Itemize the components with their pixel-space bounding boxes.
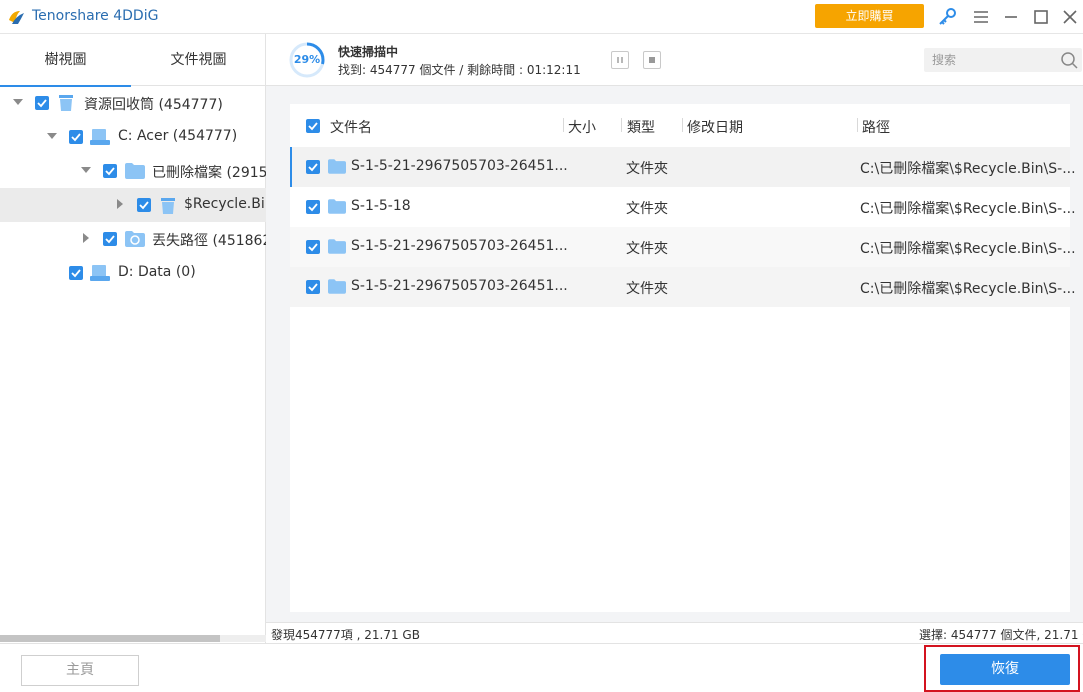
tree-item-lost-path[interactable]: 丟失路徑 (451862 [0, 222, 266, 256]
file-path: C:\已刪除檔案\$Recycle.Bin\S-... [860, 161, 1076, 177]
app-logo-icon [9, 11, 24, 24]
menu-icon[interactable] [970, 6, 992, 28]
tree-item-label: D: Data (0) [118, 264, 196, 280]
tree-item-label: 資源回收筒 (454777) [84, 97, 223, 113]
table-row[interactable]: S-1-5-21-2967505703-26451... 文件夾 C:\已刪除檔… [290, 147, 1076, 187]
progress-percent: 29% [293, 53, 321, 66]
expand-arrow-icon[interactable] [81, 233, 91, 243]
close-icon[interactable] [1059, 6, 1081, 28]
found-summary: 發現454777項 , 21.71 GB [271, 628, 420, 642]
column-divider[interactable] [621, 118, 622, 132]
scan-status-detail: 找到: 454777 個文件 / 剩餘時間 : 01:12:11 [338, 63, 581, 77]
search-input[interactable] [932, 51, 1052, 69]
file-type: 文件夾 [626, 161, 668, 177]
recover-button[interactable]: 恢復 [940, 654, 1070, 685]
file-type: 文件夾 [626, 281, 668, 297]
column-header-modified[interactable]: 修改日期 [687, 117, 743, 137]
tab-tree-view[interactable]: 樹視圖 [0, 34, 131, 87]
scan-status-title: 快速掃描中 [338, 45, 399, 59]
file-name: S-1-5-21-2967505703-26451... [351, 158, 568, 174]
drive-icon [90, 129, 110, 145]
search-box [924, 48, 1082, 72]
minimize-icon[interactable] [1000, 6, 1022, 28]
row-checkbox[interactable] [306, 240, 320, 254]
horizontal-scrollbar[interactable] [0, 635, 266, 642]
buy-now-button[interactable]: 立即購買 [815, 4, 924, 28]
file-path: C:\已刪除檔案\$Recycle.Bin\S-... [860, 241, 1076, 257]
select-all-checkbox[interactable] [306, 119, 320, 133]
column-header-type[interactable]: 類型 [627, 117, 655, 137]
maximize-icon[interactable] [1030, 6, 1052, 28]
pause-button[interactable] [611, 51, 629, 69]
file-path: C:\已刪除檔案\$Recycle.Bin\S-... [860, 281, 1076, 297]
folder-icon [125, 163, 145, 179]
tree-item-recycle-bin[interactable]: 資源回收筒 (454777) [0, 86, 266, 120]
folder-icon [328, 279, 346, 294]
app-window: Tenorshare 4DDiG 立即購買 樹視圖 文件視圖 資源回收筒 (45… [0, 0, 1083, 692]
expand-arrow-icon[interactable] [115, 199, 125, 209]
lost-folder-icon [125, 231, 145, 247]
file-name: S-1-5-21-2967505703-26451... [351, 238, 568, 254]
column-divider[interactable] [682, 118, 683, 132]
file-name: S-1-5-18 [351, 198, 411, 214]
recycle-bin-icon [161, 198, 175, 214]
table-row[interactable]: S-1-5-21-2967505703-26451... 文件夾 C:\已刪除檔… [290, 267, 1076, 307]
pause-icon [617, 57, 623, 63]
drive-icon [90, 265, 110, 281]
tree-item-c-drive[interactable]: C: Acer (454777) [0, 120, 266, 154]
recycle-bin-icon [59, 95, 73, 111]
row-checkbox[interactable] [306, 280, 320, 294]
tree-item-label: 已刪除檔案 (2915) [152, 165, 266, 181]
file-panel: 29% 快速掃描中 找到: 454777 個文件 / 剩餘時間 : 01:12:… [266, 34, 1083, 643]
tree-item-label: $Recycle.Bin [184, 196, 266, 212]
title-bar: Tenorshare 4DDiG 立即購買 [0, 0, 1083, 34]
tree-checkbox[interactable] [103, 232, 117, 246]
file-path: C:\已刪除檔案\$Recycle.Bin\S-... [860, 201, 1076, 217]
tree-item-deleted-files[interactable]: 已刪除檔案 (2915) [0, 154, 266, 188]
stop-button[interactable] [643, 51, 661, 69]
search-icon[interactable] [1060, 51, 1078, 69]
home-button[interactable]: 主頁 [21, 655, 139, 686]
tree-checkbox[interactable] [69, 266, 83, 280]
column-divider[interactable] [857, 118, 858, 132]
column-header-path[interactable]: 路徑 [862, 117, 890, 137]
row-checkbox[interactable] [306, 200, 320, 214]
column-header-size[interactable]: 大小 [568, 117, 596, 137]
file-name: S-1-5-21-2967505703-26451... [351, 278, 568, 294]
tree-item-label: 丟失路徑 (451862 [152, 233, 266, 249]
selected-summary: 選擇: 454777 個文件, 21.71 GB [919, 628, 1083, 642]
tree-item-d-drive[interactable]: D: Data (0) [0, 256, 266, 290]
file-table: 文件名 大小 類型 修改日期 路徑 S-1-5-21-2967505703-26… [290, 104, 1076, 612]
tree-checkbox[interactable] [69, 130, 83, 144]
scrollbar-thumb[interactable] [0, 635, 220, 642]
status-bar: 發現454777項 , 21.71 GB 選擇: 454777 個文件, 21.… [266, 622, 1083, 643]
app-title: Tenorshare 4DDiG [32, 8, 159, 24]
key-icon[interactable] [936, 6, 958, 28]
tree-panel: 樹視圖 文件視圖 資源回收筒 (454777) C: Acer (454777) [0, 34, 266, 643]
folder-icon [328, 239, 346, 254]
footer-bar: 主頁 恢復 [0, 643, 1083, 692]
tree-checkbox[interactable] [103, 164, 117, 178]
tree-checkbox[interactable] [137, 198, 151, 212]
table-row[interactable]: S-1-5-21-2967505703-26451... 文件夾 C:\已刪除檔… [290, 227, 1076, 267]
scan-header: 29% 快速掃描中 找到: 454777 個文件 / 剩餘時間 : 01:12:… [266, 34, 1083, 86]
folder-icon [328, 199, 346, 214]
stop-icon [649, 57, 655, 63]
tab-file-view[interactable]: 文件視圖 [131, 34, 266, 86]
file-type: 文件夾 [626, 241, 668, 257]
row-checkbox[interactable] [306, 160, 320, 174]
table-header: 文件名 大小 類型 修改日期 路徑 [290, 104, 1070, 146]
column-divider[interactable] [563, 118, 564, 132]
tree-checkbox[interactable] [35, 96, 49, 110]
collapse-arrow-icon[interactable] [47, 131, 57, 141]
tree-item-recycle-bin-folder[interactable]: $Recycle.Bin [0, 188, 266, 222]
table-row[interactable]: S-1-5-18 文件夾 C:\已刪除檔案\$Recycle.Bin\S-... [290, 187, 1076, 227]
collapse-arrow-icon[interactable] [13, 97, 23, 107]
tree-item-label: C: Acer (454777) [118, 128, 238, 144]
file-type: 文件夾 [626, 201, 668, 217]
collapse-arrow-icon[interactable] [81, 165, 91, 175]
folder-icon [328, 159, 346, 174]
column-header-name[interactable]: 文件名 [330, 117, 372, 137]
view-tabs: 樹視圖 文件視圖 [0, 34, 266, 87]
